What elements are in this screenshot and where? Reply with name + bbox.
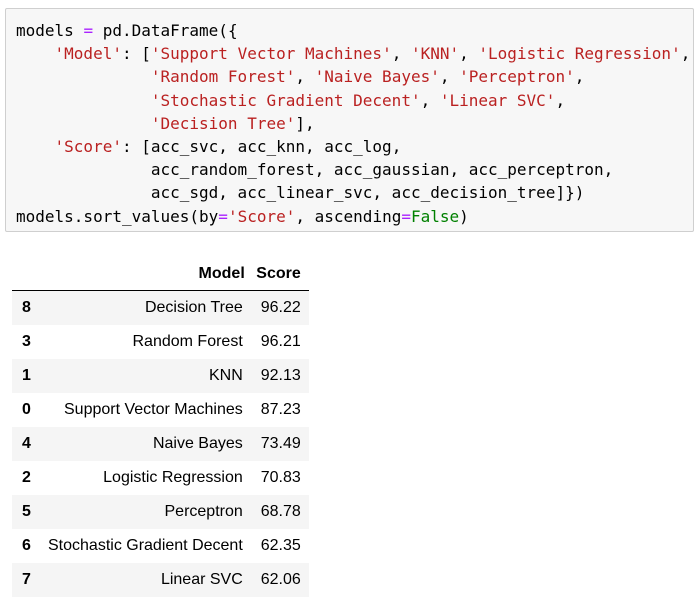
- row-index: 8: [22, 298, 31, 316]
- code-line: models = pd.DataFrame({: [16, 21, 238, 40]
- code-string: 'Model': [54, 44, 122, 64]
- code-token: ,: [574, 67, 585, 87]
- code-token: ,: [555, 90, 566, 110]
- table-row: 1 KNN 92.13: [12, 358, 309, 393]
- cell-score: 96.22: [260, 298, 301, 316]
- row-index: 5: [22, 502, 31, 520]
- code-token: models.sort_values(by: [16, 206, 219, 226]
- code-string: 'Decision Tree': [150, 113, 296, 133]
- cell-score: 73.49: [260, 434, 301, 452]
- code-token: ,: [459, 44, 479, 64]
- table-header-row: Model Score: [12, 257, 309, 291]
- code-token: acc_random_forest, acc_gaussian, acc_per…: [16, 160, 614, 180]
- cell-model: Stochastic Gradient Decent: [48, 536, 243, 554]
- code-line: 'Decision Tree'],: [16, 114, 315, 133]
- code-editor[interactable]: models = pd.DataFrame({ 'Model': ['Suppo…: [16, 19, 690, 228]
- row-index: 1: [22, 366, 31, 384]
- table-body: 8 Decision Tree 96.22 3 Random Forest 96.21 1 K…: [12, 290, 309, 597]
- table-row: 2 Logistic Regression 70.83: [12, 461, 309, 495]
- code-string: 'Stochastic Gradient Decent': [150, 90, 421, 110]
- code-string: 'Linear SVC': [439, 90, 556, 110]
- code-line: acc_sgd, acc_linear_svc, acc_decision_tr…: [16, 183, 584, 202]
- cell-model: Perceptron: [164, 502, 243, 520]
- cell-model: KNN: [208, 366, 243, 384]
- table-row: 8 Decision Tree 96.22: [12, 290, 309, 325]
- table-row: 4 Naive Bayes 73.49: [12, 426, 309, 461]
- column-header-model: Model: [48, 257, 253, 291]
- code-line: 'Model': ['Support Vector Machines', 'KN…: [16, 44, 691, 64]
- cell-score: 62.35: [260, 536, 301, 554]
- row-index: 4: [22, 434, 31, 452]
- table-row: 6 Stochastic Gradient Decent 62.35: [12, 529, 309, 563]
- cell-model: Support Vector Machines: [64, 400, 243, 418]
- code-string: 'Logistic Regression': [478, 44, 681, 64]
- code-line: 'Random Forest', 'Naive Bayes', 'Percept…: [16, 67, 585, 87]
- code-operator: =: [401, 206, 411, 226]
- code-line: 'Score': [acc_svc, acc_knn, acc_log,: [16, 137, 402, 157]
- cell-score: 87.23: [260, 400, 301, 418]
- code-string: 'Score': [227, 206, 296, 226]
- code-token: ,: [295, 67, 315, 87]
- code-token: ],: [295, 113, 315, 133]
- code-token: ,: [680, 44, 691, 64]
- table-row: 3 Random Forest 96.21: [12, 325, 309, 359]
- code-string: 'Score': [54, 137, 122, 157]
- code-token: ,: [391, 44, 411, 64]
- column-header-score: Score: [252, 257, 309, 291]
- row-index: 0: [22, 400, 31, 418]
- code-cell[interactable]: models = pd.DataFrame({ 'Model': ['Suppo…: [5, 8, 694, 232]
- cell-model: Logistic Regression: [103, 468, 243, 486]
- code-string: 'Naive Bayes': [314, 67, 440, 87]
- index-header: [12, 257, 48, 291]
- code-token: : [: [121, 44, 151, 64]
- code-token: acc_sgd, acc_linear_svc, acc_decision_tr…: [16, 183, 585, 203]
- code-token: , ascending: [295, 206, 402, 226]
- code-string: 'Perceptron': [459, 67, 575, 87]
- cell-score: 96.21: [260, 332, 301, 350]
- code-string: 'Support Vector Machines': [150, 44, 392, 64]
- row-index: 6: [22, 536, 31, 554]
- cell-model: Linear SVC: [160, 570, 243, 588]
- code-token: ,: [420, 90, 440, 110]
- code-token: pd.DataFrame({: [93, 21, 238, 40]
- row-index: 3: [22, 332, 31, 350]
- cell-model: Random Forest: [132, 332, 243, 350]
- table-row: 7 Linear SVC 62.06: [12, 562, 309, 597]
- cell-score: 70.83: [260, 468, 301, 486]
- code-line: models.sort_values(by='Score', ascending…: [16, 207, 469, 226]
- code-operator: =: [83, 21, 94, 40]
- code-token: ,: [439, 67, 460, 87]
- code-line: acc_random_forest, acc_gaussian, acc_per…: [16, 160, 613, 179]
- code-operator: =: [218, 206, 228, 226]
- dataframe-output: Model Score 8 Decision Tree 96.22 3 Random F…: [12, 257, 309, 597]
- table-row: 0 Support Vector Machines 87.23: [12, 393, 309, 427]
- code-line: 'Stochastic Gradient Decent', 'Linear SV…: [16, 91, 565, 110]
- code-token: ): [459, 206, 469, 226]
- row-index: 7: [22, 570, 31, 588]
- cell-score: 68.78: [260, 502, 301, 520]
- table-row: 5 Perceptron 68.78: [12, 494, 309, 529]
- cell-score: 62.06: [260, 570, 301, 588]
- cell-score: 92.13: [260, 366, 301, 384]
- cell-model: Decision Tree: [144, 298, 243, 316]
- row-index: 2: [22, 468, 31, 486]
- code-keyword: False: [410, 206, 460, 226]
- cell-model: Naive Bayes: [152, 434, 243, 452]
- code-token: : [acc_svc, acc_knn, acc_log,: [121, 137, 402, 157]
- code-string: 'Random Forest': [150, 67, 296, 87]
- code-string: 'KNN': [410, 44, 460, 64]
- code-token: models: [16, 21, 84, 40]
